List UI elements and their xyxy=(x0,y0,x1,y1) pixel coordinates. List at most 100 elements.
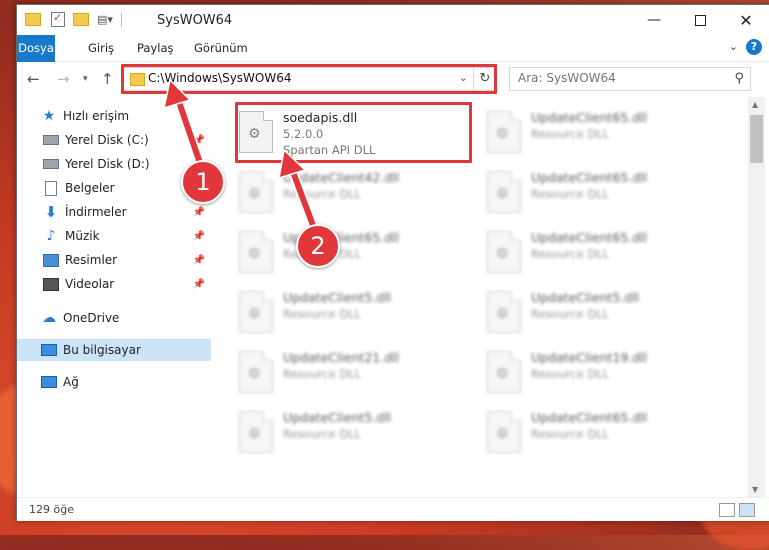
minimize-button[interactable]: — xyxy=(631,5,677,35)
gear-icon: ⚙ xyxy=(496,126,509,142)
maximize-icon xyxy=(694,14,706,26)
videos-icon xyxy=(43,276,59,292)
file-item[interactable]: ⚙ UpdateClient65.dll Resource DLL xyxy=(463,405,693,459)
file-detail: Resource DLL xyxy=(531,427,610,441)
item-count: 129 öğe xyxy=(29,503,74,516)
forward-arrow-icon[interactable]: → xyxy=(57,70,70,88)
annotation-badge-1: 1 xyxy=(181,160,225,204)
gear-icon: ⚙ xyxy=(248,306,261,322)
pin-icon[interactable]: 📌 xyxy=(193,255,205,266)
title-bar: ✓ ▤▾ SysWOW64 — ✕ xyxy=(17,5,769,35)
file-item[interactable]: ⚙ UpdateClient65.dll Resource DLL xyxy=(463,165,693,219)
properties-icon[interactable]: ✓ xyxy=(51,11,65,27)
sidebar-item-network[interactable]: Ağ xyxy=(17,371,211,393)
search-input[interactable] xyxy=(516,70,720,86)
star-icon: ★ xyxy=(42,108,56,124)
quick-access-toolbar: ✓ ▤▾ xyxy=(25,11,122,27)
close-button[interactable]: ✕ xyxy=(723,5,769,35)
sidebar-item-quick-access[interactable]: ★ Hızlı erişim xyxy=(17,105,211,127)
dll-file-icon: ⚙ xyxy=(239,291,273,333)
sidebar-item-onedrive[interactable]: ☁ OneDrive xyxy=(17,307,211,329)
pin-icon[interactable]: 📌 xyxy=(193,207,205,218)
pin-icon[interactable]: 📌 xyxy=(193,231,205,242)
details-view-icon[interactable] xyxy=(719,503,735,517)
expand-ribbon-icon[interactable]: ⌄ xyxy=(729,40,738,53)
sidebar-item-pictures[interactable]: Resimler 📌 xyxy=(17,249,211,271)
up-arrow-icon[interactable]: ↑ xyxy=(101,70,114,88)
downloads-icon: ⬇ xyxy=(44,203,58,221)
customize-toolbar-icon[interactable]: ▤▾ xyxy=(97,13,113,26)
scroll-thumb[interactable] xyxy=(750,115,763,163)
search-icon[interactable]: ⚲ xyxy=(734,71,744,86)
ribbon: Dosya Giriş Paylaş Görünüm ⌄ ? xyxy=(17,35,769,89)
sidebar-item-downloads[interactable]: ⬇ İndirmeler 📌 xyxy=(17,201,211,223)
file-name: UpdateClient21.dll xyxy=(283,350,400,365)
drive-icon xyxy=(43,156,59,172)
back-arrow-icon[interactable]: ← xyxy=(27,70,40,88)
computer-icon xyxy=(41,342,57,358)
search-box[interactable]: ⚲ xyxy=(509,67,751,91)
sidebar-item-this-pc[interactable]: Bu bilgisayar xyxy=(17,339,211,361)
recent-locations-icon[interactable]: ▾ xyxy=(83,74,88,84)
sidebar-item-label: Yerel Disk (D:) xyxy=(65,157,150,171)
dll-file-icon: ⚙ xyxy=(487,111,521,153)
file-detail: Resource DLL xyxy=(283,187,362,201)
sidebar-item-local-disk-c[interactable]: Yerel Disk (C:) 📌 xyxy=(17,129,211,151)
file-detail: Resource DLL xyxy=(531,247,610,261)
file-item[interactable]: ⚙ UpdateClient5.dll Resource DLL xyxy=(463,285,693,339)
dll-file-icon: ⚙ xyxy=(239,231,273,273)
sidebar-item-label: Ağ xyxy=(63,375,79,389)
maximize-button[interactable] xyxy=(677,5,723,35)
file-item[interactable]: ⚙ UpdateClient5.dll Resource DLL xyxy=(215,285,445,339)
file-item[interactable]: ⚙ UpdateClient42.dll Resource DLL xyxy=(215,165,445,219)
dll-file-icon: ⚙ xyxy=(487,291,521,333)
music-icon: ♪ xyxy=(46,228,56,244)
sidebar-item-label: Resimler xyxy=(65,253,118,267)
file-name: UpdateClient5.dll xyxy=(283,290,392,305)
status-bar: 129 öğe xyxy=(17,497,769,521)
scroll-down-icon[interactable]: ▼ xyxy=(752,485,758,494)
dll-file-icon: ⚙ xyxy=(239,411,273,453)
file-item[interactable]: ⚙ UpdateClient21.dll Resource DLL xyxy=(215,345,445,399)
sidebar-item-label: Videolar xyxy=(65,277,115,291)
sidebar-item-label: Bu bilgisayar xyxy=(63,343,141,357)
dll-file-icon: ⚙ xyxy=(239,171,273,213)
help-icon[interactable]: ? xyxy=(746,39,762,55)
scroll-up-icon[interactable]: ▲ xyxy=(752,100,758,109)
file-detail: Resource DLL xyxy=(283,427,362,441)
sidebar-item-label: Müzik xyxy=(65,229,100,243)
file-item[interactable]: ⚙ UpdateClient65.dll Resource DLL xyxy=(463,105,693,159)
tab-view[interactable]: Görünüm xyxy=(185,35,257,61)
sidebar-item-local-disk-d[interactable]: Yerel Disk (D:) 📌 xyxy=(17,153,211,175)
address-highlight-box xyxy=(121,64,497,94)
gear-icon: ⚙ xyxy=(496,366,509,382)
dll-file-icon: ⚙ xyxy=(487,171,521,213)
tab-home[interactable]: Giriş xyxy=(79,35,123,61)
pin-icon[interactable]: 📌 xyxy=(193,279,205,290)
tab-share[interactable]: Paylaş xyxy=(128,35,183,61)
minimize-icon: — xyxy=(647,12,661,28)
sidebar-item-music[interactable]: ♪ Müzik 📌 xyxy=(17,225,211,247)
file-item[interactable]: ⚙ UpdateClient19.dll Resource DLL xyxy=(463,345,693,399)
new-folder-icon[interactable] xyxy=(73,13,89,26)
vertical-scrollbar[interactable]: ▲ ▼ xyxy=(748,97,765,497)
explorer-window: ✓ ▤▾ SysWOW64 — ✕ Dosya Giriş Paylaş Gör… xyxy=(16,4,769,521)
sidebar-item-videos[interactable]: Videolar 📌 xyxy=(17,273,211,295)
folder-icon xyxy=(25,13,41,26)
gear-icon: ⚙ xyxy=(496,426,509,442)
file-detail: Resource DLL xyxy=(283,307,362,321)
pictures-icon xyxy=(43,252,59,268)
file-item[interactable]: ⚙ UpdateClient65.dll Resource DLL xyxy=(463,225,693,279)
gear-icon: ⚙ xyxy=(496,186,509,202)
file-detail: Resource DLL xyxy=(531,367,610,381)
pin-icon[interactable]: 📌 xyxy=(193,135,205,146)
documents-icon xyxy=(43,180,59,196)
tiles-view-icon[interactable] xyxy=(739,503,755,517)
file-item[interactable]: ⚙ UpdateClient5.dll Resource DLL xyxy=(215,405,445,459)
gear-icon: ⚙ xyxy=(248,366,261,382)
dll-file-icon: ⚙ xyxy=(487,411,521,453)
file-highlight-box xyxy=(235,102,472,163)
gear-icon: ⚙ xyxy=(496,306,509,322)
file-name: UpdateClient65.dll xyxy=(531,170,648,185)
sidebar-item-label: İndirmeler xyxy=(65,205,127,219)
